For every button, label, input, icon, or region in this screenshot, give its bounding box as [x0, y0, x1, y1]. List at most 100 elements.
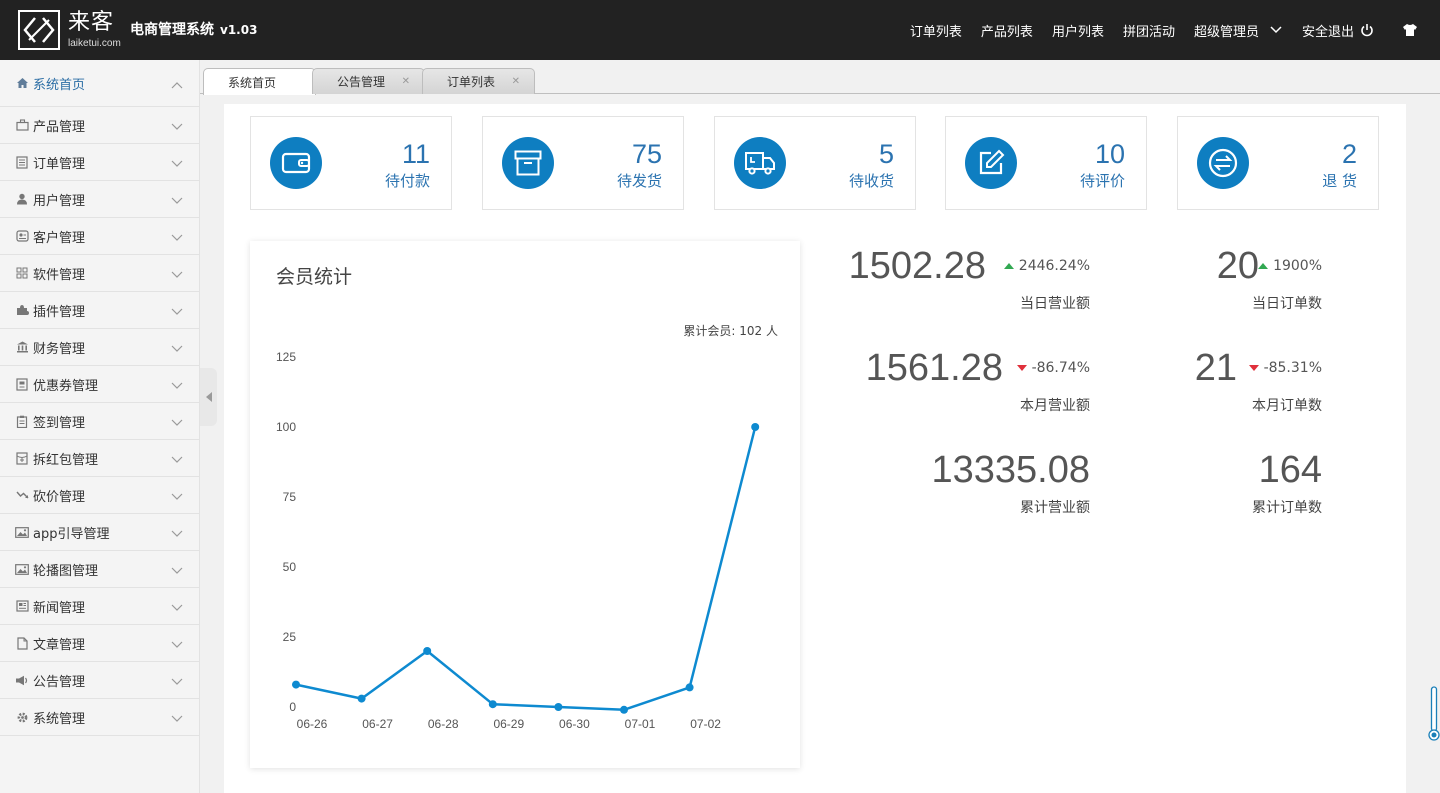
- nav-product-list[interactable]: 产品列表: [981, 21, 1033, 40]
- megaphone-icon: [15, 673, 29, 687]
- sidebar-item[interactable]: 系统管理: [0, 699, 199, 736]
- sidebar-item[interactable]: 订单管理: [0, 144, 199, 181]
- close-icon[interactable]: ✕: [512, 76, 520, 87]
- data-point[interactable]: [751, 423, 760, 431]
- app-title-text: 电商管理系统: [130, 22, 214, 38]
- sidebar-item[interactable]: 文章管理: [0, 625, 199, 662]
- data-point[interactable]: [685, 683, 694, 692]
- stat-card-returns[interactable]: 2 退 货: [1177, 116, 1379, 210]
- y-tick-label: 25: [283, 630, 297, 644]
- sidebar-item-label: 订单管理: [33, 156, 86, 172]
- sidebar-item-label: 用户管理: [33, 193, 86, 209]
- x-tick-label: 07-01: [625, 717, 656, 731]
- sidebar-item[interactable]: 砍价管理: [0, 477, 199, 514]
- stat-card-pending-receipt[interactable]: 5 待收货: [714, 116, 916, 210]
- data-point[interactable]: [620, 705, 628, 714]
- contact-icon: [15, 229, 29, 243]
- data-point[interactable]: [357, 694, 366, 703]
- sidebar-collapse-handle[interactable]: [200, 368, 217, 426]
- chevron-down-icon: [171, 416, 183, 431]
- top-nav: 订单列表 产品列表 用户列表 拼团活动 超级管理员 安全退出: [891, 0, 1418, 60]
- stat-value: 5: [878, 139, 894, 169]
- nav-user-list[interactable]: 用户列表: [1052, 21, 1104, 40]
- tab-order-list[interactable]: 订单列表 ✕: [422, 68, 535, 94]
- data-point[interactable]: [292, 680, 300, 689]
- chevron-down-icon: [171, 527, 183, 542]
- metric-today-orders: 20 1900% 当日订单数: [1162, 244, 1322, 313]
- metric-value: 13335.08: [931, 449, 1091, 491]
- logout-button[interactable]: 安全退出: [1302, 21, 1374, 40]
- sidebar-item-label: 轮播图管理: [33, 563, 99, 579]
- logo[interactable]: 来客 laiketui.com: [18, 10, 122, 52]
- y-tick-label: 0: [289, 700, 296, 714]
- trend-icon: [15, 488, 29, 502]
- metric-label: 当日营业额: [1020, 296, 1090, 312]
- sidebar-item[interactable]: 新闻管理: [0, 588, 199, 625]
- exchange-icon: [1197, 137, 1249, 189]
- close-icon[interactable]: ✕: [402, 76, 410, 87]
- sidebar-item[interactable]: 拆红包管理: [0, 440, 199, 477]
- sidebar-item-label: 新闻管理: [33, 600, 86, 616]
- tab-home[interactable]: 系统首页: [203, 68, 316, 95]
- stat-label: 待收货: [848, 172, 894, 190]
- chevron-left-icon: [205, 392, 212, 402]
- list-icon: [15, 155, 29, 169]
- sidebar-item[interactable]: 客户管理: [0, 218, 199, 255]
- data-point[interactable]: [554, 703, 563, 711]
- metric-label: 本月营业额: [1020, 398, 1090, 414]
- metric-change: 2446.24%: [1003, 258, 1090, 274]
- sidebar-item[interactable]: 轮播图管理: [0, 551, 199, 588]
- metric-label: 本月订单数: [1252, 398, 1322, 414]
- chevron-down-icon: [171, 564, 183, 579]
- user-icon: [15, 192, 29, 206]
- stat-card-pending-payment[interactable]: 11 待付款: [250, 116, 452, 210]
- nav-group-buy[interactable]: 拼团活动: [1123, 21, 1175, 40]
- coupon-icon: [15, 377, 29, 391]
- metric-label: 当日订单数: [1252, 296, 1322, 312]
- stat-value: 2: [1341, 139, 1357, 169]
- sidebar-item-label: 文章管理: [33, 637, 86, 653]
- skin-button[interactable]: [1396, 23, 1418, 37]
- metric-month-revenue: 1561.28 -86.74% 本月营业额: [848, 346, 1090, 415]
- x-tick-label: 06-29: [493, 717, 524, 731]
- stat-card-pending-shipment[interactable]: 75 待发货: [482, 116, 684, 210]
- member-line-chart: 累计会员: 102 人 0 25 50 75 100 125 06-26 06-27 06-28 0…: [276, 324, 778, 731]
- y-tick-label: 125: [276, 350, 296, 364]
- chevron-down-icon: [171, 453, 183, 468]
- chevron-down-icon: [171, 194, 183, 209]
- sidebar-item[interactable]: 签到管理: [0, 403, 199, 440]
- sidebar-item[interactable]: 公告管理: [0, 662, 199, 699]
- sidebar-item-label: 公告管理: [33, 674, 86, 690]
- sidebar-item[interactable]: 插件管理: [0, 292, 199, 329]
- metric-change-text: -86.74%: [1031, 360, 1090, 376]
- data-point[interactable]: [488, 700, 497, 709]
- sidebar-item[interactable]: app引导管理: [0, 514, 199, 551]
- x-tick-label: 06-30: [559, 717, 590, 731]
- sidebar-item[interactable]: 系统首页: [0, 60, 199, 107]
- chevron-down-icon: [171, 231, 183, 246]
- stat-label: 退 货: [1322, 172, 1357, 190]
- metric-value: 1502.28: [848, 245, 986, 287]
- logo-text: 来客: [68, 10, 115, 35]
- admin-menu[interactable]: 超级管理员: [1194, 21, 1283, 40]
- arrow-down-icon: [1016, 365, 1027, 371]
- tab-announcement[interactable]: 公告管理 ✕: [312, 68, 425, 94]
- sidebar-item[interactable]: 产品管理: [0, 107, 199, 144]
- redpacket-icon: [15, 451, 29, 465]
- chevron-down-icon: [171, 120, 183, 135]
- sidebar-item-label: 系统管理: [33, 711, 86, 727]
- sidebar-item[interactable]: 用户管理: [0, 181, 199, 218]
- metric-change-text: 1900%: [1273, 258, 1322, 274]
- metric-value: 1561.28: [865, 347, 1003, 389]
- sidebar-item[interactable]: 优惠券管理: [0, 366, 199, 403]
- stat-card-pending-review[interactable]: 10 待评价: [945, 116, 1147, 210]
- power-icon: [1361, 24, 1373, 37]
- stat-value: 11: [401, 139, 430, 169]
- scroll-indicator[interactable]: [1428, 686, 1440, 742]
- dashboard-panel: 11 待付款 75 待发货 5 待收货 10 待评价 2 退 货 会员统计 累计…: [224, 104, 1406, 793]
- y-tick-label: 75: [283, 490, 297, 504]
- sidebar-item[interactable]: 财务管理: [0, 329, 199, 366]
- sidebar-item[interactable]: 软件管理: [0, 255, 199, 292]
- data-point[interactable]: [423, 647, 432, 655]
- nav-order-list[interactable]: 订单列表: [910, 21, 962, 40]
